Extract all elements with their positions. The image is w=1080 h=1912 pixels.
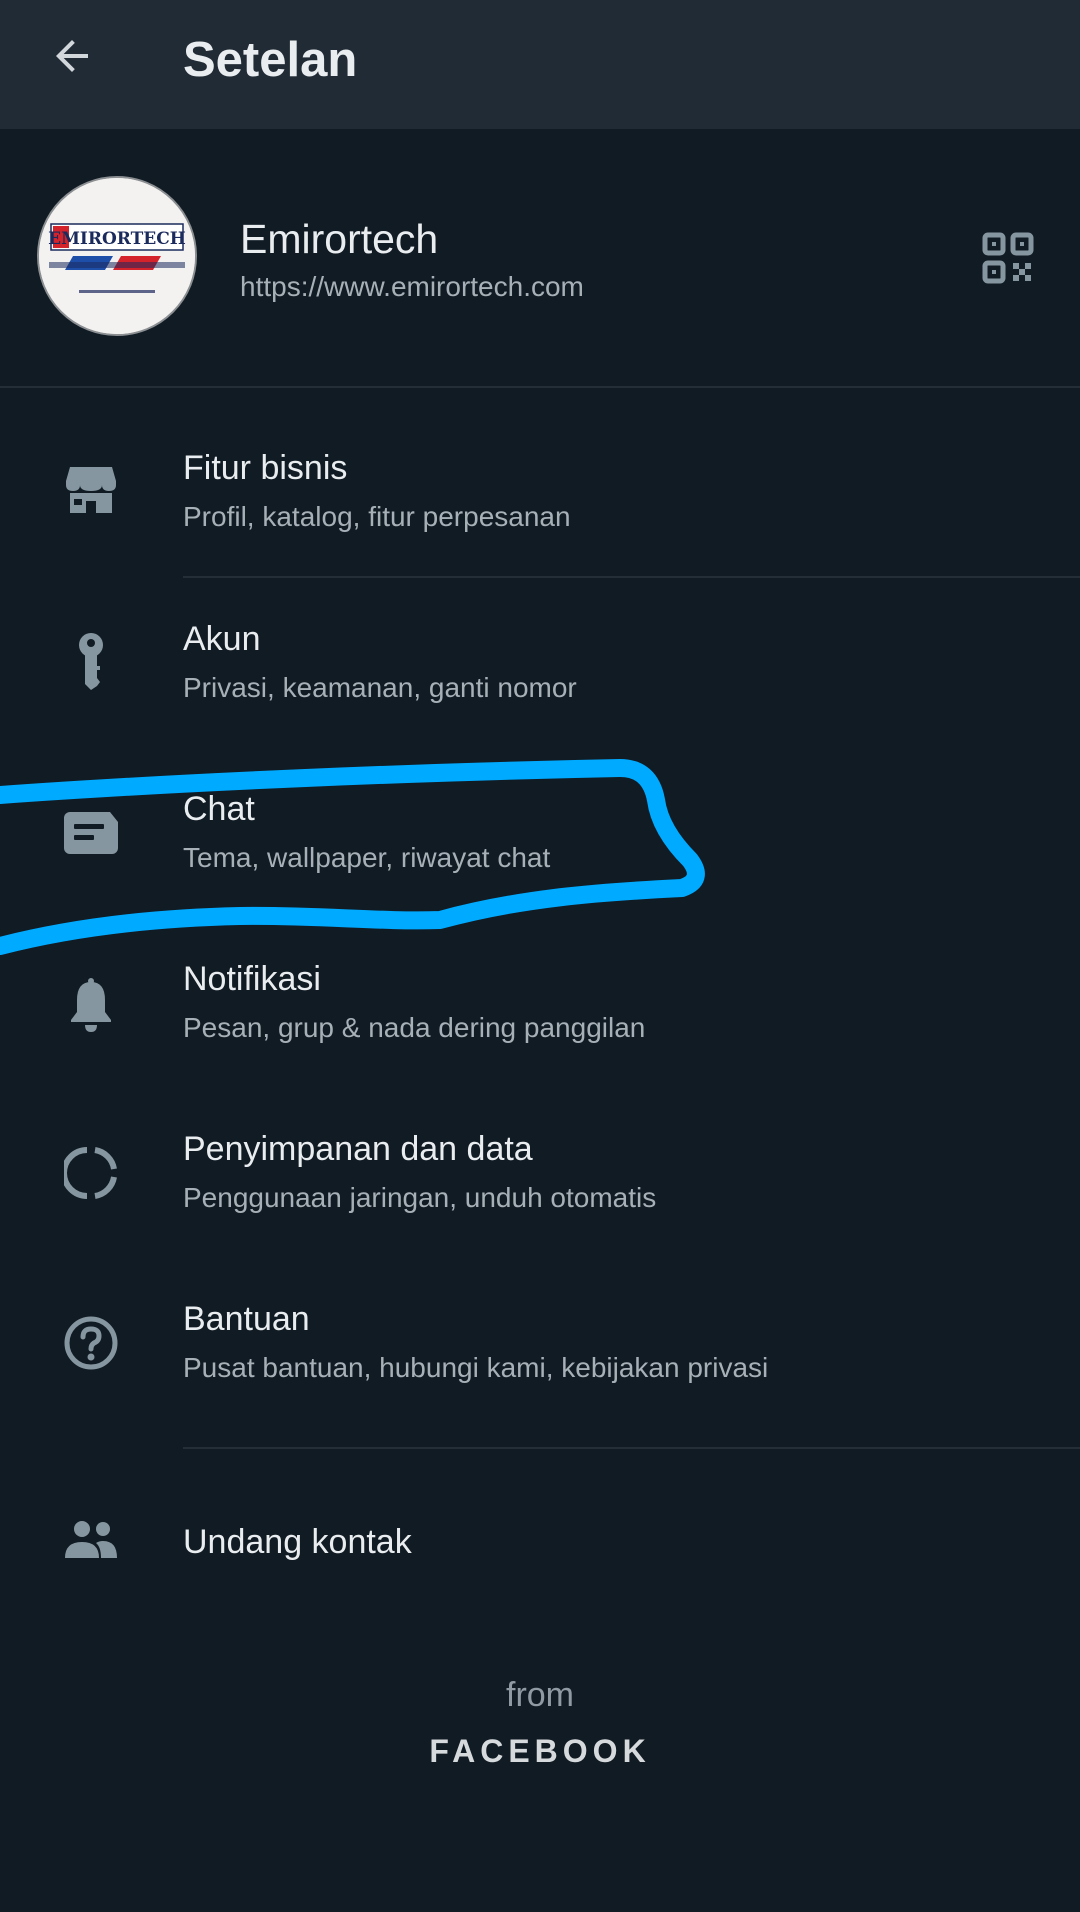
bell-icon [60, 974, 122, 1036]
people-icon [60, 1509, 122, 1571]
qr-code-icon [982, 232, 1034, 284]
menu-item-penyimpanan[interactable]: Penyimpanan dan data Penggunaan jaringan… [0, 1088, 1080, 1258]
store-icon [60, 459, 122, 521]
help-icon [60, 1312, 122, 1374]
profile-row[interactable]: EMIRORTECH Emirortech https://www.emiror… [0, 129, 1080, 386]
menu-item-title: Akun [183, 620, 261, 658]
svg-text:EMIRORTECH: EMIRORTECH [48, 229, 186, 249]
menu-item-subtitle: Tema, wallpaper, riwayat chat [183, 842, 551, 873]
menu-item-subtitle: Pusat bantuan, hubungi kami, kebijakan p… [183, 1352, 769, 1383]
menu-item-bantuan[interactable]: Bantuan Pusat bantuan, hubungi kami, keb… [0, 1258, 1080, 1428]
menu-item-subtitle: Penggunaan jaringan, unduh otomatis [183, 1182, 657, 1213]
profile-name: Emirortech [240, 216, 439, 262]
menu-item-chat[interactable]: Chat Tema, wallpaper, riwayat chat [0, 748, 1080, 918]
menu-item-title: Bantuan [183, 1300, 310, 1338]
menu-item-subtitle: Privasi, keamanan, ganti nomor [183, 672, 577, 703]
avatar[interactable]: EMIRORTECH [37, 176, 197, 336]
footer-from: from [506, 1676, 574, 1714]
menu-item-akun[interactable]: Akun Privasi, keamanan, ganti nomor [0, 578, 1080, 748]
menu-item-notifikasi[interactable]: Notifikasi Pesan, grup & nada dering pan… [0, 918, 1080, 1088]
arrow-left-icon [56, 40, 88, 72]
app-bar: Setelan [0, 0, 1080, 129]
menu-item-title: Fitur bisnis [183, 449, 348, 487]
storage-icon [60, 1142, 122, 1204]
page-title: Setelan [183, 33, 358, 87]
emirortech-logo: EMIRORTECH [39, 178, 195, 334]
divider [0, 386, 1080, 388]
menu-item-subtitle: Pesan, grup & nada dering panggilan [183, 1012, 646, 1043]
menu-item-title: Penyimpanan dan data [183, 1130, 533, 1168]
menu-item-undang-kontak[interactable]: Undang kontak [0, 1449, 1080, 1619]
menu-item-subtitle: Profil, katalog, fitur perpesanan [183, 501, 571, 532]
menu-item-title: Chat [183, 790, 255, 828]
qr-code-button[interactable] [982, 232, 1034, 284]
menu-item-title: Notifikasi [183, 960, 321, 998]
back-button[interactable] [44, 28, 100, 84]
footer-brand: FACEBOOK [429, 1733, 651, 1769]
menu-item-fitur-bisnis[interactable]: Fitur bisnis Profil, katalog, fitur perp… [0, 405, 1080, 575]
profile-status: https://www.emirortech.com [240, 271, 584, 302]
chat-icon [60, 802, 122, 864]
menu-item-title: Undang kontak [183, 1523, 412, 1561]
key-icon [60, 630, 122, 692]
